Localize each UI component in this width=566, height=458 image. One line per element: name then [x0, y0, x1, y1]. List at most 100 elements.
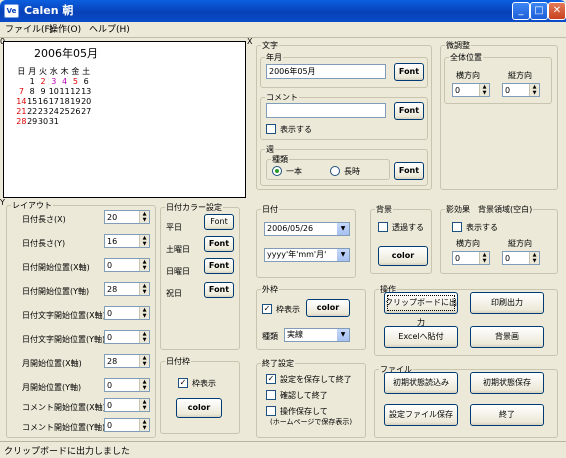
calendar-day: 29: [27, 117, 38, 126]
layout-spinner[interactable]: 0 ▲ ▼: [104, 306, 150, 320]
shadow-show-checkbox[interactable]: [452, 222, 462, 232]
week-type-radio-long[interactable]: [330, 166, 340, 176]
date-frame-checkbox[interactable]: ✓: [178, 378, 188, 388]
spin-arrows-icon[interactable]: ▲ ▼: [529, 252, 539, 264]
week-type-radio-single[interactable]: [272, 166, 282, 176]
layout-spinner[interactable]: 16 ▲ ▼: [104, 234, 150, 248]
close-button[interactable]: ✕: [548, 2, 566, 20]
date-combo[interactable]: 2006/05/26 ▼: [264, 222, 350, 236]
chevron-down-icon[interactable]: ▼: [337, 223, 349, 235]
adjust-x-spinner[interactable]: 0 ▲ ▼: [452, 83, 490, 97]
spin-arrows-icon[interactable]: ▲ ▼: [139, 307, 149, 319]
saturday-font-button[interactable]: Font: [204, 236, 234, 252]
layout-label: 日付文字開始位置(X軸): [22, 311, 106, 320]
comment-field[interactable]: [266, 103, 386, 118]
menu-operation[interactable]: 操作(O): [46, 22, 84, 38]
chevron-down-icon[interactable]: ▼: [337, 329, 349, 341]
comment-legend: コメント: [266, 93, 298, 102]
background-color-button[interactable]: color: [378, 246, 428, 266]
date-frame-checkbox-label: 枠表示: [192, 379, 216, 388]
spin-arrows-icon[interactable]: ▲ ▼: [529, 84, 539, 96]
spin-arrows-icon[interactable]: ▲ ▼: [139, 355, 149, 367]
spinner-value: 0: [107, 309, 113, 318]
layout-spinner[interactable]: 0 ▲ ▼: [104, 258, 150, 272]
spin-arrows-icon[interactable]: ▲ ▼: [139, 399, 149, 411]
spin-arrows-icon[interactable]: ▲ ▼: [479, 84, 489, 96]
minimize-button[interactable]: _: [512, 2, 530, 20]
week-font-button[interactable]: Font: [394, 162, 424, 180]
outer-frame-type-combo[interactable]: 実線 ▼: [284, 328, 350, 342]
date-frame-legend: 日付枠: [166, 357, 190, 366]
calendar-day: [16, 77, 27, 86]
outer-frame-type-value: 実線: [287, 330, 303, 339]
layout-label: 日付文字開始位置(Y軸): [22, 335, 106, 344]
year-month-field[interactable]: 2006年05月: [266, 64, 386, 79]
year-month-font-button[interactable]: Font: [394, 63, 424, 81]
exit-button[interactable]: 終了: [470, 404, 544, 426]
week-type-long-label: 長時: [344, 167, 360, 176]
spin-arrows-icon[interactable]: ▲ ▼: [139, 235, 149, 247]
calendar-week-row: 21 22 23 24 25 26 27: [16, 107, 92, 116]
layout-spinner[interactable]: 0 ▲ ▼: [104, 418, 150, 432]
load-initial-state-button[interactable]: 初期状態読込み: [384, 372, 458, 394]
x-axis-marker: X: [247, 37, 253, 46]
holiday-font-button[interactable]: Font: [204, 282, 234, 298]
outer-frame-checkbox[interactable]: ✓: [262, 304, 272, 314]
spin-arrows-icon[interactable]: ▲ ▼: [139, 331, 149, 343]
exit-confirm-checkbox[interactable]: [266, 390, 276, 400]
layout-legend: レイアウト: [12, 201, 52, 210]
layout-spinner[interactable]: 0 ▲ ▼: [104, 330, 150, 344]
maximize-button[interactable]: □: [530, 2, 548, 20]
title-bar[interactable]: Ve Calen 朝 _ □ ✕: [0, 0, 566, 22]
layout-spinner[interactable]: 0 ▲ ▼: [104, 378, 150, 392]
spin-arrows-icon[interactable]: ▲ ▼: [139, 283, 149, 295]
calendar-day: 31: [48, 117, 59, 126]
date-format-value: yyyy'年'mm'月': [267, 250, 327, 259]
calendar-preview[interactable]: 2006年05月 日 月 火 水 木 金 土 123456 7 8 9 10 11 12 1…: [3, 41, 246, 198]
layout-label: 日付長さ(X): [22, 215, 66, 224]
shadow-x-label: 横方向: [456, 239, 480, 248]
save-initial-state-button[interactable]: 初期状態保存: [470, 372, 544, 394]
app-icon[interactable]: Ve: [4, 4, 19, 18]
shadow-y-spinner[interactable]: 0 ▲ ▼: [502, 251, 540, 265]
exit-history-checkbox[interactable]: [266, 406, 276, 416]
spinner-value: 0: [107, 421, 113, 430]
background-image-button[interactable]: 背景画: [470, 326, 544, 348]
layout-spinner[interactable]: 28 ▲ ▼: [104, 282, 150, 296]
spin-arrows-icon[interactable]: ▲ ▼: [139, 259, 149, 271]
shadow-show-label: 表示する: [466, 223, 498, 232]
date-frame-color-button[interactable]: color: [176, 398, 222, 418]
clipboard-output-button[interactable]: クリップボードに出力: [384, 292, 458, 327]
comment-show-checkbox[interactable]: [266, 124, 276, 134]
layout-spinner[interactable]: 20 ▲ ▼: [104, 210, 150, 224]
spin-arrows-icon[interactable]: ▲ ▼: [139, 211, 149, 223]
outer-frame-color-button[interactable]: color: [306, 299, 350, 317]
text-legend: 文字: [262, 41, 278, 50]
shadow-x-spinner[interactable]: 0 ▲ ▼: [452, 251, 490, 265]
layout-label: コメント開始位置(X軸): [22, 403, 106, 412]
print-output-button[interactable]: 印刷出力: [470, 292, 544, 314]
calendar-day: 22: [27, 107, 38, 116]
layout-spinner[interactable]: 0 ▲ ▼: [104, 398, 150, 412]
exit-save-checkbox[interactable]: ✓: [266, 374, 276, 384]
chevron-down-icon[interactable]: ▼: [337, 249, 349, 261]
exit-history-label: 操作保存して: [280, 407, 328, 416]
excel-paste-button[interactable]: Excelへ貼付: [384, 326, 458, 348]
save-settings-file-button[interactable]: 設定ファイル保存: [384, 404, 458, 426]
layout-spinner[interactable]: 28 ▲ ▼: [104, 354, 150, 368]
adjust-y-spinner[interactable]: 0 ▲ ▼: [502, 83, 540, 97]
spin-arrows-icon[interactable]: ▲ ▼: [479, 252, 489, 264]
layout-label: 日付開始位置(Y軸): [22, 287, 90, 296]
sunday-font-button[interactable]: Font: [204, 258, 234, 274]
calendar-day: 14: [16, 97, 27, 106]
comment-font-button[interactable]: Font: [394, 102, 424, 120]
weekday-sun: 日: [17, 67, 26, 76]
spin-arrows-icon[interactable]: ▲ ▼: [139, 379, 149, 391]
date-format-combo[interactable]: yyyy'年'mm'月' ▼: [264, 248, 350, 262]
spin-arrows-icon[interactable]: ▲ ▼: [139, 419, 149, 431]
calendar-day: 20: [81, 97, 92, 106]
menu-help[interactable]: ヘルプ(H): [86, 22, 133, 38]
calendar-day: 23: [37, 107, 49, 116]
weekday-font-button[interactable]: Font: [204, 214, 234, 230]
background-transparent-checkbox[interactable]: [378, 222, 388, 232]
